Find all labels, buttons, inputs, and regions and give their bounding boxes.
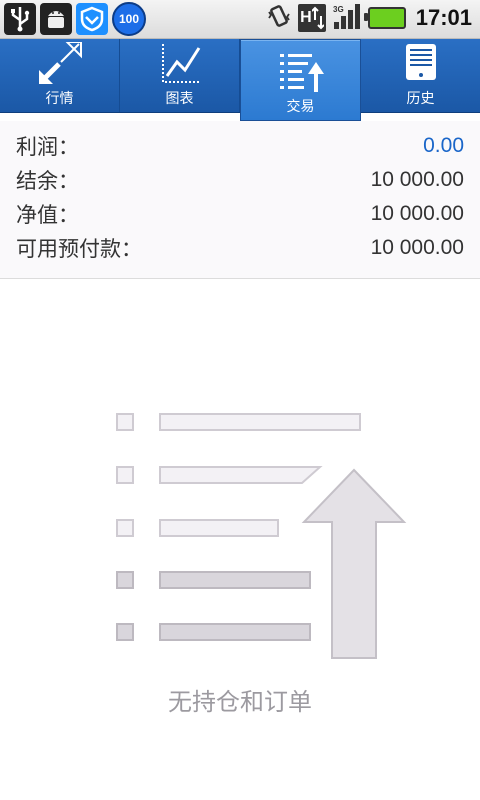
empty-state-message: 无持仓和订单 — [168, 688, 312, 716]
tab-history[interactable]: 历史 — [361, 39, 480, 112]
signal-3g-icon: 3G — [332, 2, 362, 34]
empty-state: 无持仓和订单 — [0, 280, 480, 800]
tab-trade[interactable]: 交易 — [240, 39, 361, 121]
notification-icons: 100 — [4, 2, 146, 36]
trade-list-icon — [279, 54, 324, 92]
clock: 17:01 — [415, 5, 472, 30]
free-margin-row: 可用预付款： 10 000.00 — [16, 231, 464, 265]
status-bar: 100 H 3G 17:01 — [0, 0, 480, 39]
tab-quotes-label: 行情 — [45, 91, 74, 107]
balance-label: 结余： — [16, 169, 79, 193]
balance-row: 结余： 10 000.00 — [16, 163, 464, 197]
main-tab-bar: 行情 图表 交易 历史 — [0, 39, 480, 121]
tab-quotes[interactable]: 行情 — [0, 39, 120, 112]
profit-value: 0.00 — [423, 134, 464, 157]
tab-charts-label: 图表 — [165, 91, 194, 107]
balance-value: 10 000.00 — [370, 168, 464, 191]
badge-100-icon: 100 — [112, 2, 146, 36]
free-margin-value: 10 000.00 — [370, 236, 464, 259]
tab-trade-label: 交易 — [286, 99, 315, 115]
empty-orders-icon — [116, 413, 407, 659]
history-icon — [405, 44, 436, 80]
battery-icon — [363, 7, 406, 29]
svg-text:3G: 3G — [333, 5, 344, 14]
equity-row: 净值： 10 000.00 — [16, 197, 464, 231]
free-margin-label: 可用预付款： — [16, 237, 142, 261]
network-type-label: H — [300, 9, 312, 26]
tab-history-label: 历史 — [406, 91, 435, 107]
android-debug-icon — [40, 3, 72, 35]
tab-charts[interactable]: 图表 — [120, 39, 240, 112]
shield-icon — [76, 3, 108, 35]
system-icons: H 3G 17:01 — [266, 2, 472, 34]
quotes-arrows-icon — [38, 42, 82, 84]
profit-row: 利润： 0.00 — [16, 129, 464, 163]
chart-icon — [161, 44, 201, 83]
account-summary: 利润： 0.00 结余： 10 000.00 净值： 10 000.00 可用预… — [0, 121, 480, 279]
equity-value: 10 000.00 — [370, 202, 464, 225]
profit-label: 利润： — [16, 135, 79, 159]
equity-label: 净值： — [16, 203, 79, 227]
usb-icon — [4, 3, 36, 35]
vibrate-icon — [266, 3, 292, 33]
data-transfer-icon: H — [298, 4, 326, 32]
